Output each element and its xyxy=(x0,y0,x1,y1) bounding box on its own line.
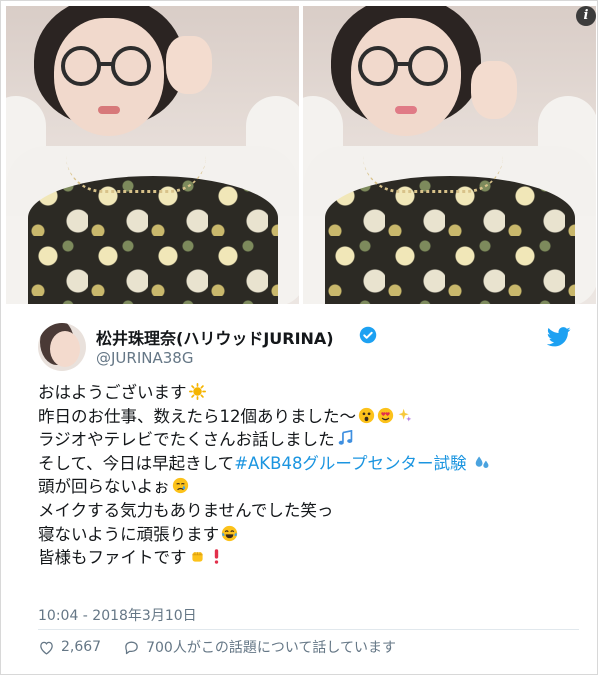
verified-badge-icon xyxy=(359,326,377,344)
tweet-line: そして、今日は早起きして#AKB48グループセンター試験 xyxy=(38,452,583,476)
sweat-droplets-emoji-icon xyxy=(475,456,489,468)
tweet-photo-1[interactable] xyxy=(6,6,299,304)
sun-emoji-icon xyxy=(188,383,206,400)
reply-action[interactable]: 700人がこの話題について話しています xyxy=(123,637,396,657)
divider xyxy=(38,629,579,630)
user-handle[interactable]: @JURINA38G xyxy=(96,349,193,367)
reply-text: 700人がこの話題について話しています xyxy=(146,640,396,656)
photo-grid: i xyxy=(6,6,596,304)
tweet-line: 頭が回らないよぉ xyxy=(38,475,583,499)
display-name[interactable]: 松井珠理奈(ハリウッドJURINA) xyxy=(96,325,334,349)
like-count: 2,667 xyxy=(61,639,102,655)
tweet-line: おはようございます xyxy=(38,381,583,405)
tears-of-joy-emoji-icon xyxy=(222,525,238,541)
musical-notes-emoji-icon xyxy=(338,430,352,445)
heart-icon xyxy=(40,641,53,655)
heart-eyes-emoji-icon xyxy=(377,407,394,423)
crying-face-emoji-icon xyxy=(172,478,188,494)
like-action[interactable]: 2,667 xyxy=(38,639,101,656)
exclamation-emoji-icon xyxy=(214,549,218,564)
speech-bubble-icon xyxy=(125,641,138,654)
tweet-line: 皆様もファイトです xyxy=(38,546,583,570)
info-icon[interactable]: i xyxy=(576,6,596,26)
hashtag-link[interactable]: #AKB48グループセンター試験 xyxy=(234,454,466,473)
tweet-embed-card: i 松井珠理奈(ハリウッドJURINA) @JURINA38G おはようございま… xyxy=(0,0,598,675)
tweet-line: 寝ないように頑張ります xyxy=(38,523,583,547)
tweet-photo-2[interactable]: i xyxy=(303,6,596,304)
avatar[interactable] xyxy=(38,323,86,371)
tweet-text: おはようございます 昨日のお仕事、数えたら12個ありました〜 ラジオやテレビでた… xyxy=(38,381,583,570)
tweet-timestamp[interactable]: 10:04 - 2018年3月10日 xyxy=(38,605,197,625)
raised-fist-emoji-icon xyxy=(191,552,203,562)
tweet-line: ラジオやテレビでたくさんお話しました xyxy=(38,428,583,452)
sparkles-emoji-icon xyxy=(398,408,412,422)
twitter-bird-icon[interactable] xyxy=(547,327,571,347)
tweet-line: メイクする気力もありませんでした笑っ xyxy=(38,500,334,520)
tweet-line: 昨日のお仕事、数えたら12個ありました〜 xyxy=(38,405,583,429)
astonished-emoji-icon xyxy=(358,407,375,423)
tweet-actions: 2,667 700人がこの話題について話しています xyxy=(38,637,418,657)
